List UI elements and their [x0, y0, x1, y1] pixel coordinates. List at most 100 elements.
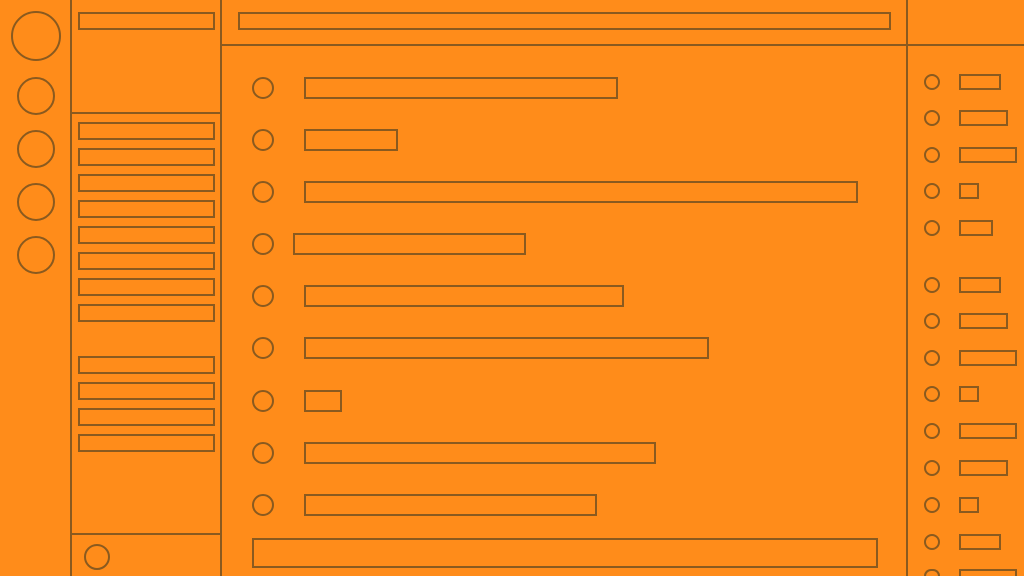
channel-label	[80, 280, 213, 294]
channel-item[interactable]	[78, 408, 215, 426]
member-avatar-icon[interactable]	[924, 386, 940, 402]
member-label	[961, 185, 977, 197]
member-avatar-icon[interactable]	[924, 423, 940, 439]
channel-label	[80, 150, 213, 164]
member-label	[961, 149, 1015, 161]
server-name-label	[80, 14, 213, 28]
member-label	[961, 388, 977, 400]
message-bubble	[304, 285, 624, 307]
avatar-icon[interactable]	[252, 337, 274, 359]
member-name[interactable]	[959, 423, 1017, 439]
message-text	[295, 235, 524, 253]
member-avatar-icon[interactable]	[924, 569, 940, 576]
avatar-icon[interactable]	[252, 233, 274, 255]
member-label	[961, 112, 1006, 124]
channel-item[interactable]	[78, 304, 215, 322]
avatar-icon[interactable]	[252, 77, 274, 99]
member-avatar-icon[interactable]	[924, 460, 940, 476]
member-avatar-icon[interactable]	[924, 220, 940, 236]
message-bubble	[304, 390, 342, 412]
channel-item[interactable]	[78, 174, 215, 192]
member-label	[961, 352, 1015, 364]
member-name[interactable]	[959, 460, 1008, 476]
member-name[interactable]	[959, 313, 1008, 329]
channel-item[interactable]	[78, 226, 215, 244]
member-name[interactable]	[959, 147, 1017, 163]
channel-item[interactable]	[78, 434, 215, 452]
member-name[interactable]	[959, 74, 1001, 90]
member-name[interactable]	[959, 386, 979, 402]
server-icon-home[interactable]	[11, 11, 61, 61]
member-label	[961, 315, 1006, 327]
message-bubble	[293, 233, 526, 255]
member-name[interactable]	[959, 350, 1017, 366]
message-bubble	[304, 337, 709, 359]
message-bubble	[304, 181, 858, 203]
server-icon[interactable]	[17, 183, 55, 221]
member-avatar-icon[interactable]	[924, 110, 940, 126]
member-avatar-icon[interactable]	[924, 497, 940, 513]
channel-label	[80, 124, 213, 138]
message-text	[306, 131, 396, 149]
member-avatar-icon[interactable]	[924, 534, 940, 550]
sidebar-footer-divider	[72, 533, 220, 535]
member-name[interactable]	[959, 569, 1017, 576]
avatar-icon[interactable]	[252, 129, 274, 151]
channel-label	[80, 384, 213, 398]
channel-item[interactable]	[78, 148, 215, 166]
server-icon[interactable]	[17, 236, 55, 274]
member-avatar-icon[interactable]	[924, 147, 940, 163]
member-label	[961, 279, 999, 291]
sidebar-divider	[220, 0, 222, 576]
channel-label	[80, 228, 213, 242]
channel-label	[80, 436, 213, 450]
member-name[interactable]	[959, 220, 993, 236]
channel-label	[80, 254, 213, 268]
member-label	[961, 462, 1006, 474]
channel-label	[80, 202, 213, 216]
channel-item[interactable]	[78, 252, 215, 270]
server-name-header[interactable]	[78, 12, 215, 30]
channel-item[interactable]	[78, 356, 215, 374]
member-name[interactable]	[959, 110, 1008, 126]
message-text	[306, 339, 707, 357]
avatar-icon[interactable]	[84, 544, 110, 570]
message-text	[306, 444, 654, 462]
message-text	[306, 496, 595, 514]
channel-item[interactable]	[78, 382, 215, 400]
message-input[interactable]	[252, 538, 878, 568]
member-avatar-icon[interactable]	[924, 277, 940, 293]
member-name[interactable]	[959, 534, 1001, 550]
server-icon[interactable]	[17, 77, 55, 115]
member-name[interactable]	[959, 277, 1001, 293]
avatar-icon[interactable]	[252, 442, 274, 464]
channel-label	[80, 176, 213, 190]
member-avatar-icon[interactable]	[924, 74, 940, 90]
member-label	[961, 222, 991, 234]
avatar-icon[interactable]	[252, 494, 274, 516]
members-divider	[906, 0, 908, 576]
avatar-icon[interactable]	[252, 181, 274, 203]
message-input-placeholder	[254, 540, 876, 566]
channel-item[interactable]	[78, 122, 215, 140]
channel-label	[80, 410, 213, 424]
message-bubble	[304, 442, 656, 464]
message-bubble	[304, 494, 597, 516]
message-text	[306, 287, 622, 305]
server-icon[interactable]	[17, 130, 55, 168]
avatar-icon[interactable]	[252, 285, 274, 307]
member-avatar-icon[interactable]	[924, 183, 940, 199]
rail-divider	[70, 0, 72, 576]
message-bubble	[304, 129, 398, 151]
member-avatar-icon[interactable]	[924, 350, 940, 366]
message-text	[306, 183, 856, 201]
member-label	[961, 76, 999, 88]
channel-item[interactable]	[78, 278, 215, 296]
member-avatar-icon[interactable]	[924, 313, 940, 329]
avatar-icon[interactable]	[252, 390, 274, 412]
topbar-divider	[222, 44, 1024, 46]
member-name[interactable]	[959, 183, 979, 199]
channel-label	[80, 358, 213, 372]
member-name[interactable]	[959, 497, 979, 513]
channel-item[interactable]	[78, 200, 215, 218]
